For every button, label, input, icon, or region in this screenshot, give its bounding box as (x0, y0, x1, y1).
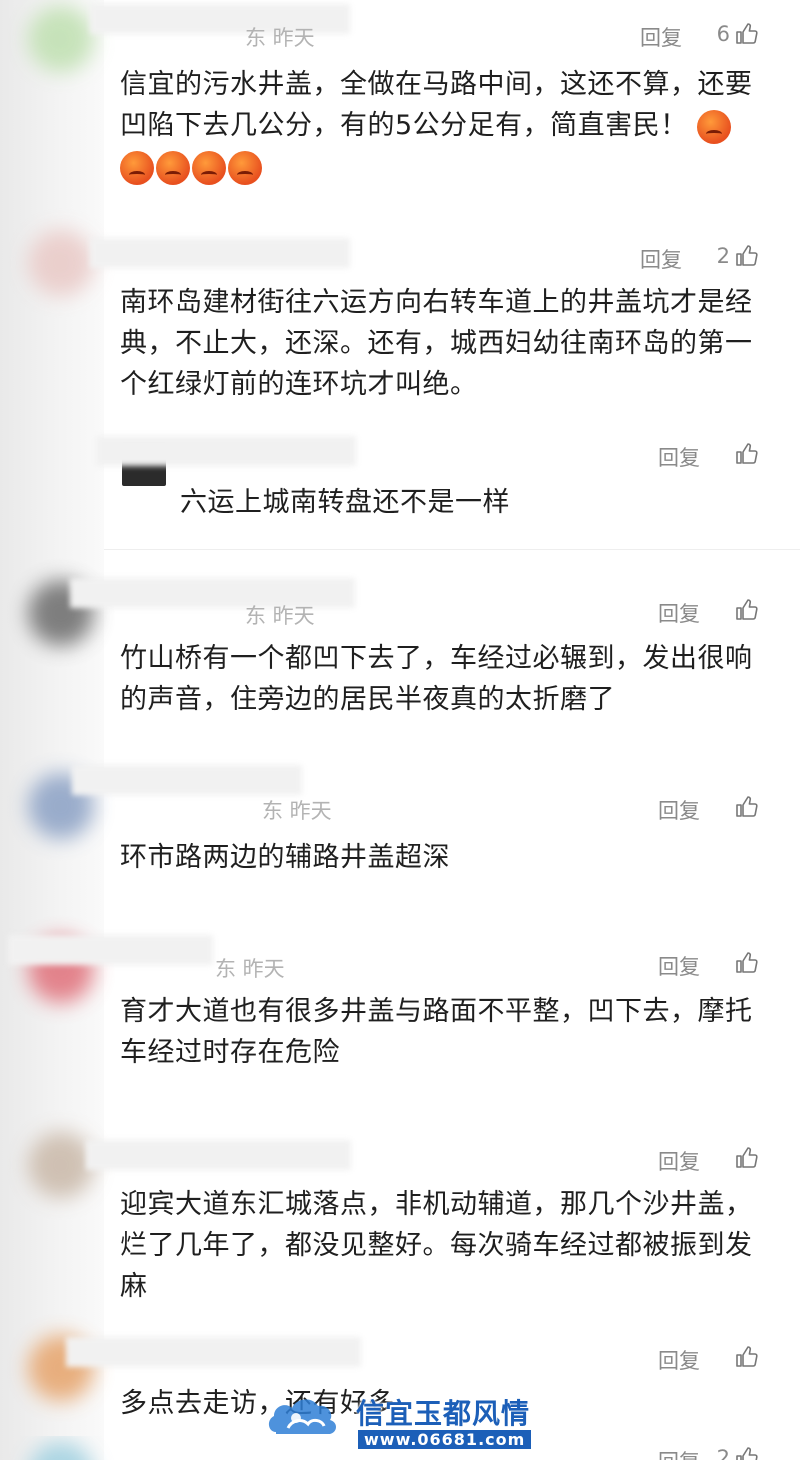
like-button[interactable] (734, 598, 758, 622)
watermark-url: www.06681.com (358, 1430, 532, 1449)
reply-button[interactable]: 回复 (658, 1345, 700, 1375)
thumbs-up-icon (736, 599, 758, 620)
comment-item: 回复 2 南环岛建材街往六运方向右转车道上的井盖坑才是经典，不止大，还深。还有，… (0, 220, 800, 430)
watermark: 信宜玉都风情 www.06681.com (266, 1386, 556, 1456)
avatar (28, 6, 94, 72)
angry-face-icon (156, 150, 190, 185)
thumbs-up-icon (736, 796, 758, 817)
reply-button[interactable]: 回复 (658, 1446, 700, 1460)
cloud-logo-icon (268, 1399, 336, 1434)
comment-meta: 东 昨天 (215, 957, 285, 981)
reply-button[interactable]: 回复 (640, 22, 682, 52)
reply-item: 回复 六运上城南转盘还不是一样 (0, 432, 800, 547)
avatar (28, 1132, 94, 1198)
like-button[interactable]: 6 (717, 22, 758, 46)
comment-meta: 东 昨天 (245, 26, 315, 50)
comment-item: 东 昨天 回复 育才大道也有很多井盖与路面不平整，凹下去，摩托车经过时存在危险 (0, 925, 800, 1105)
username-blurred (72, 765, 302, 795)
reply-button[interactable]: 回复 (640, 244, 682, 274)
comment-text: 迎宾大道东汇城落点，非机动辅道，那几个沙井盖，烂了几年了，都没见整好。每次骑车经… (120, 1189, 753, 1302)
angry-face-icon (696, 109, 731, 144)
like-button[interactable]: 2 (717, 1446, 758, 1460)
thumbs-up-icon (736, 952, 758, 973)
like-button[interactable] (734, 1345, 758, 1369)
comment-item: 东 昨天 回复 环市路两边的辅路井盖超深 (0, 765, 800, 915)
like-button[interactable] (734, 951, 758, 975)
username-blurred (90, 238, 350, 268)
comment-item: 东 昨天 回复 6 信宜的污水井盖，全做在马路中间，这还不算，还要凹陷下去几公分… (0, 0, 800, 210)
comment-text: 竹山桥有一个都凹下去了，车经过必辗到，发出很响的声音，住旁边的居民半夜真的太折磨… (120, 643, 753, 715)
reply-button[interactable]: 回复 (658, 1146, 700, 1176)
comment-meta: 东 昨天 (262, 799, 332, 823)
watermark-title: 信宜玉都风情 (356, 1397, 531, 1430)
comment-text: 环市路两边的辅路井盖超深 (120, 842, 450, 873)
comment-meta: 东 昨天 (245, 604, 315, 628)
angry-face-icon (192, 150, 226, 185)
username-blurred (66, 1337, 361, 1367)
thumbs-up-icon (736, 23, 758, 44)
like-button[interactable] (734, 442, 758, 466)
like-button[interactable] (734, 1146, 758, 1170)
reply-button[interactable]: 回复 (658, 795, 700, 825)
avatar (28, 1442, 94, 1460)
reply-button[interactable]: 回复 (658, 951, 700, 981)
thumbs-up-icon (736, 443, 758, 464)
comment-text-body: 信宜的污水井盖，全做在马路中间，这还不算，还要凹陷下去几公分，有的5公分足有，简… (120, 69, 753, 141)
thumbs-up-icon (736, 245, 758, 266)
comment-text: 南环岛建材街往六运方向右转车道上的井盖坑才是经典，不止大，还深。还有，城西妇幼往… (120, 287, 753, 400)
username-blurred (86, 1140, 351, 1170)
thumbs-up-icon (736, 1147, 758, 1168)
comment-text: 六运上城南转盘还不是一样 (180, 487, 510, 518)
comment-item: 回复 迎宾大道东汇城落点，非机动辅道，那几个沙井盖，烂了几年了，都没见整好。每次… (0, 1120, 800, 1330)
comment-item: 东 昨天 回复 竹山桥有一个都凹下去了，车经过必辗到，发出很响的声音，住旁边的居… (0, 570, 800, 750)
thumbs-up-icon (736, 1346, 758, 1367)
angry-face-icon (120, 150, 154, 185)
like-count: 2 (716, 244, 730, 268)
like-button[interactable]: 2 (717, 244, 758, 268)
reply-button[interactable]: 回复 (658, 598, 700, 628)
like-count: 6 (716, 22, 730, 46)
angry-face-icon (228, 150, 262, 185)
like-count: 2 (716, 1446, 730, 1460)
reply-button[interactable]: 回复 (658, 442, 700, 472)
username-blurred (8, 935, 213, 965)
like-button[interactable] (734, 795, 758, 819)
thumbs-up-icon (736, 1447, 758, 1460)
comment-text: 育才大道也有很多井盖与路面不平整，凹下去，摩托车经过时存在危险 (120, 996, 753, 1068)
username-blurred (96, 436, 356, 466)
comment-text: 信宜的污水井盖，全做在马路中间，这还不算，还要凹陷下去几公分，有的5公分足有，简… (120, 64, 760, 187)
divider (104, 549, 800, 550)
avatar (28, 230, 94, 296)
